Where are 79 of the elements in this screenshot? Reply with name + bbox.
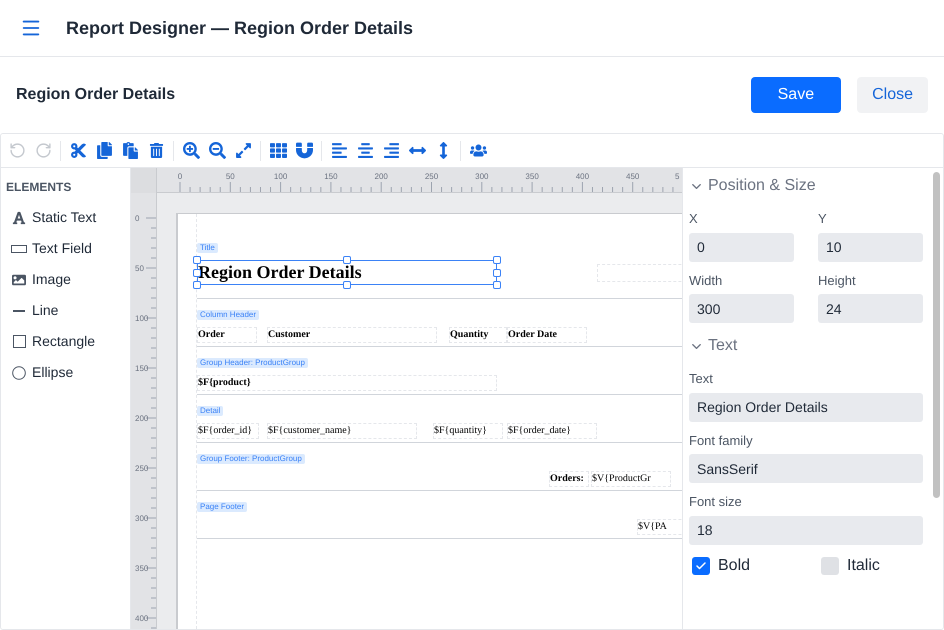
report-title-text[interactable]: Region Order Details [197,260,497,285]
check-icon [695,560,707,572]
band-label: Detail [197,406,224,416]
element-palette-item[interactable]: Text Field [6,233,125,264]
text-field-icon [11,244,27,252]
ruler-number: 150 [324,171,338,183]
report-text-element: $F{order_date} [507,423,597,439]
ruler-number: 50 [226,171,235,183]
property-field[interactable]: 300 [689,294,794,323]
ruler-number: 50 [135,263,144,275]
section-header[interactable]: Position & Size [689,174,816,198]
letter-a-icon [12,210,26,224]
checkbox[interactable] [692,556,710,574]
field-label: Width [689,272,724,290]
ruler-number: 300 [135,513,148,525]
line-icon [13,310,25,312]
report-text-element: Order Date [507,327,587,343]
field-label: Text [689,370,714,388]
ruler-number: 250 [424,171,438,183]
checkbox-label: Bold [718,556,750,576]
section-header[interactable]: Text [689,334,738,358]
close-button[interactable]: Close [857,77,928,113]
ruler-number: 200 [135,413,148,425]
ruler-number: 200 [374,171,388,183]
ruler-number: 400 [135,613,148,625]
element-palette-item[interactable]: Static Text [6,202,125,233]
ruler-number: 400 [576,171,590,183]
report-text-element: Orders: [549,471,589,487]
ruler-number: 100 [274,171,288,183]
resize-handle[interactable] [343,281,351,289]
field-label: Font size [689,493,743,511]
element-palette-item[interactable]: Ellipse [6,357,125,388]
band-label: Title [197,243,218,253]
band-label: Group Footer: ProductGroup [197,454,305,464]
ruler-number: 300 [475,171,488,183]
report-text-element: Customer [267,327,437,343]
property-field[interactable]: 18 [689,516,923,544]
report-text-element: Order [197,327,257,343]
property-field[interactable]: 24 [818,294,923,323]
save-button[interactable]: Save [750,77,842,113]
report-text-element: $F{order_id} [197,423,259,439]
ruler-number: 350 [525,171,539,183]
band-label: Group Header: ProductGroup [197,358,308,368]
element-palette-item[interactable]: Rectangle [6,326,125,357]
square-icon [12,335,26,348]
field-label: Height [818,272,857,290]
element-palette-item[interactable]: Line [6,295,125,326]
element-palette-item[interactable]: Image [6,264,125,295]
checkbox[interactable] [821,556,839,574]
field-label: Y [818,210,828,228]
report-text-element: Quantity [449,327,507,343]
report-title: Region Order Details [16,85,176,105]
ruler-number: 150 [135,363,148,375]
band-label: Column Header [197,310,260,320]
checkbox-label: Italic [847,556,880,576]
scrollbar-thumb[interactable] [932,172,940,498]
ruler-number: 450 [626,171,640,183]
field-label: Font family [689,432,754,450]
ruler-number: 0 [135,213,140,225]
report-text-element: $F{product} [197,375,497,391]
resize-handle[interactable] [343,256,351,264]
circle-icon [12,366,26,380]
property-field[interactable]: SansSerif [689,454,923,483]
ruler-number: 350 [135,563,148,575]
report-text-element: $V{ProductGr [591,471,671,487]
ruler-number: 0 [178,171,182,183]
ruler-number: 5 [675,171,680,183]
property-field[interactable]: Region Order Details [689,392,923,422]
field-label: X [689,210,699,228]
ruler-number: 250 [135,463,148,475]
ruler-number: 100 [135,313,148,325]
property-field[interactable]: 10 [818,232,923,262]
app-title: Report Designer — Region Order Details [66,16,414,40]
panel-heading: ELEMENTS [6,179,72,196]
image-icon [12,272,26,286]
property-field[interactable]: 0 [689,232,794,262]
report-text-element: $F{customer_name} [267,423,417,439]
report-text-element: $F{quantity} [433,423,503,439]
band-label: Page Footer [197,502,248,512]
